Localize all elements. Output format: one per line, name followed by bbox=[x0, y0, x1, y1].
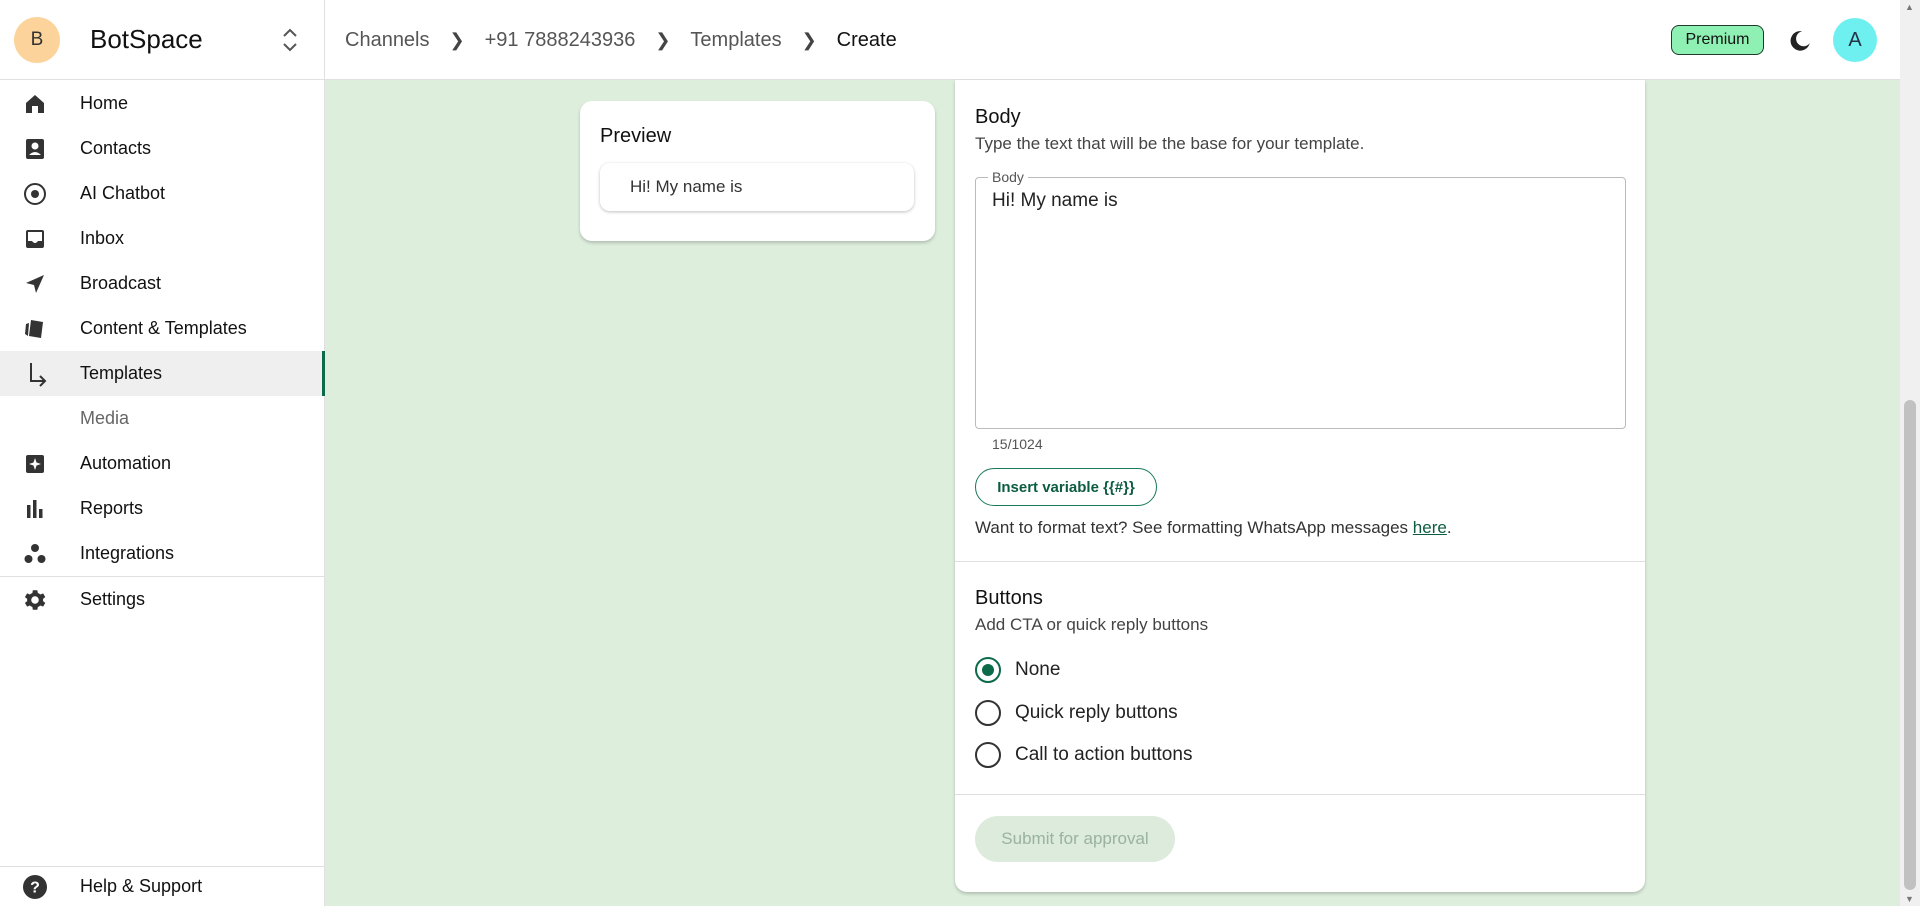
radio-label: Quick reply buttons bbox=[1015, 702, 1178, 723]
sidebar-item-home[interactable]: Home bbox=[0, 81, 325, 126]
sidebar-item-contacts[interactable]: Contacts bbox=[0, 126, 325, 171]
inbox-icon bbox=[22, 226, 48, 252]
sidebar-item-reports[interactable]: Reports bbox=[0, 486, 325, 531]
automation-icon bbox=[22, 451, 48, 477]
sidebar-item-label: Reports bbox=[80, 498, 144, 518]
contacts-icon bbox=[22, 136, 48, 162]
sidebar-item-label: AI Chatbot bbox=[80, 183, 166, 203]
format-hint-suffix: . bbox=[1446, 518, 1452, 537]
chevron-right-icon: ❯ bbox=[449, 29, 465, 50]
radio-none[interactable]: None bbox=[975, 657, 1060, 683]
format-hint: Want to format text? See formatting What… bbox=[975, 518, 1452, 538]
body-section-description: Type the text that will be the base for … bbox=[975, 134, 1365, 153]
broadcast-icon bbox=[22, 271, 48, 297]
svg-text:?: ? bbox=[30, 879, 40, 896]
dark-mode-icon[interactable] bbox=[1787, 28, 1813, 54]
formatting-help-link[interactable]: here bbox=[1413, 518, 1447, 537]
breadcrumb: Channels ❯ +91 7888243936 ❯ Templates ❯ … bbox=[345, 0, 897, 80]
workspace-name: BotSpace bbox=[90, 24, 203, 54]
chevron-right-icon: ❯ bbox=[801, 29, 817, 50]
sidebar-item-label: Content & Templates bbox=[80, 318, 247, 338]
buttons-section-title: Buttons bbox=[975, 587, 1043, 609]
sidebar-item-ai-chatbot[interactable]: AI Chatbot bbox=[0, 171, 325, 216]
sidebar-item-label: Contacts bbox=[80, 138, 152, 158]
radio-quick-reply[interactable]: Quick reply buttons bbox=[975, 700, 1178, 726]
unfold-icon[interactable] bbox=[280, 26, 300, 54]
user-avatar[interactable]: A bbox=[1833, 18, 1877, 62]
help-icon: ? bbox=[22, 874, 48, 900]
breadcrumb-templates[interactable]: Templates bbox=[690, 29, 781, 52]
integrations-icon bbox=[22, 541, 48, 567]
radio-checked-icon[interactable] bbox=[975, 657, 1001, 683]
sidebar-item-label: Settings bbox=[80, 589, 146, 609]
preview-message-bubble: Hi! My name is bbox=[600, 163, 914, 211]
body-field-value[interactable]: Hi! My name is bbox=[992, 190, 1118, 212]
sidebar-item-label: Home bbox=[80, 93, 129, 113]
radio-unchecked-icon[interactable] bbox=[975, 700, 1001, 726]
chatbot-icon bbox=[22, 181, 48, 207]
breadcrumb-channels[interactable]: Channels bbox=[345, 29, 430, 52]
sidebar: B BotSpace Home Contacts AI Chatbot Inbo… bbox=[0, 0, 325, 906]
page-scrollbar[interactable]: ▲ ▼ bbox=[1900, 0, 1920, 906]
sidebar-item-templates[interactable]: Templates bbox=[0, 351, 325, 396]
subitem-arrow-icon bbox=[22, 361, 48, 387]
sidebar-item-help-support[interactable]: ? Help & Support bbox=[0, 867, 325, 906]
sidebar-item-label: Integrations bbox=[80, 543, 175, 563]
insert-variable-button[interactable]: Insert variable {{#}} bbox=[975, 468, 1157, 506]
breadcrumb-channel-number[interactable]: +91 7888243936 bbox=[485, 29, 636, 52]
sidebar-item-label: Automation bbox=[80, 453, 172, 473]
radio-unchecked-icon[interactable] bbox=[975, 742, 1001, 768]
workspace-switcher[interactable]: B BotSpace bbox=[0, 0, 324, 80]
content-icon bbox=[22, 316, 48, 342]
body-textarea[interactable]: Body Hi! My name is bbox=[975, 169, 1626, 429]
reports-icon bbox=[22, 496, 48, 522]
premium-badge[interactable]: Premium bbox=[1671, 25, 1764, 55]
sidebar-item-label: Inbox bbox=[80, 228, 125, 248]
sidebar-item-content-templates[interactable]: Content & Templates bbox=[0, 306, 325, 351]
radio-label: None bbox=[1015, 659, 1061, 680]
sidebar-item-integrations[interactable]: Integrations bbox=[0, 531, 325, 576]
section-divider bbox=[955, 561, 1645, 562]
buttons-section-description: Add CTA or quick reply buttons bbox=[975, 615, 1209, 634]
top-header: Channels ❯ +91 7888243936 ❯ Templates ❯ … bbox=[325, 0, 1900, 80]
template-form-card: Body Type the text that will be the base… bbox=[955, 80, 1645, 892]
scroll-up-arrow-icon[interactable]: ▲ bbox=[1905, 2, 1914, 12]
sidebar-item-label: Media bbox=[80, 408, 130, 428]
scroll-down-arrow-icon[interactable]: ▼ bbox=[1905, 894, 1914, 904]
body-section-title: Body bbox=[975, 106, 1021, 128]
gear-icon bbox=[22, 587, 48, 613]
sidebar-item-broadcast[interactable]: Broadcast bbox=[0, 261, 325, 306]
sidebar-item-media[interactable]: Media bbox=[0, 396, 325, 441]
sidebar-item-label: Templates bbox=[80, 363, 163, 383]
sidebar-item-inbox[interactable]: Inbox bbox=[0, 216, 325, 261]
breadcrumb-create: Create bbox=[836, 28, 897, 51]
character-counter: 15/1024 bbox=[992, 436, 1043, 452]
preview-title: Preview bbox=[600, 125, 672, 147]
help-support-label: Help & Support bbox=[80, 876, 203, 896]
sidebar-item-automation[interactable]: Automation bbox=[0, 441, 325, 486]
chevron-right-icon: ❯ bbox=[655, 29, 671, 50]
body-field-label: Body bbox=[988, 169, 1028, 185]
radio-call-to-action[interactable]: Call to action buttons bbox=[975, 742, 1192, 768]
submit-for-approval-button[interactable]: Submit for approval bbox=[975, 816, 1175, 862]
radio-label: Call to action buttons bbox=[1015, 744, 1193, 765]
sidebar-item-settings[interactable]: Settings bbox=[0, 577, 325, 622]
home-icon bbox=[22, 91, 48, 117]
section-divider bbox=[955, 794, 1645, 795]
workspace-avatar: B bbox=[14, 16, 60, 63]
sidebar-item-label: Broadcast bbox=[80, 273, 162, 293]
format-hint-text: Want to format text? See formatting What… bbox=[975, 518, 1413, 537]
preview-card: Preview Hi! My name is bbox=[580, 101, 935, 241]
scrollbar-thumb[interactable] bbox=[1904, 400, 1916, 890]
